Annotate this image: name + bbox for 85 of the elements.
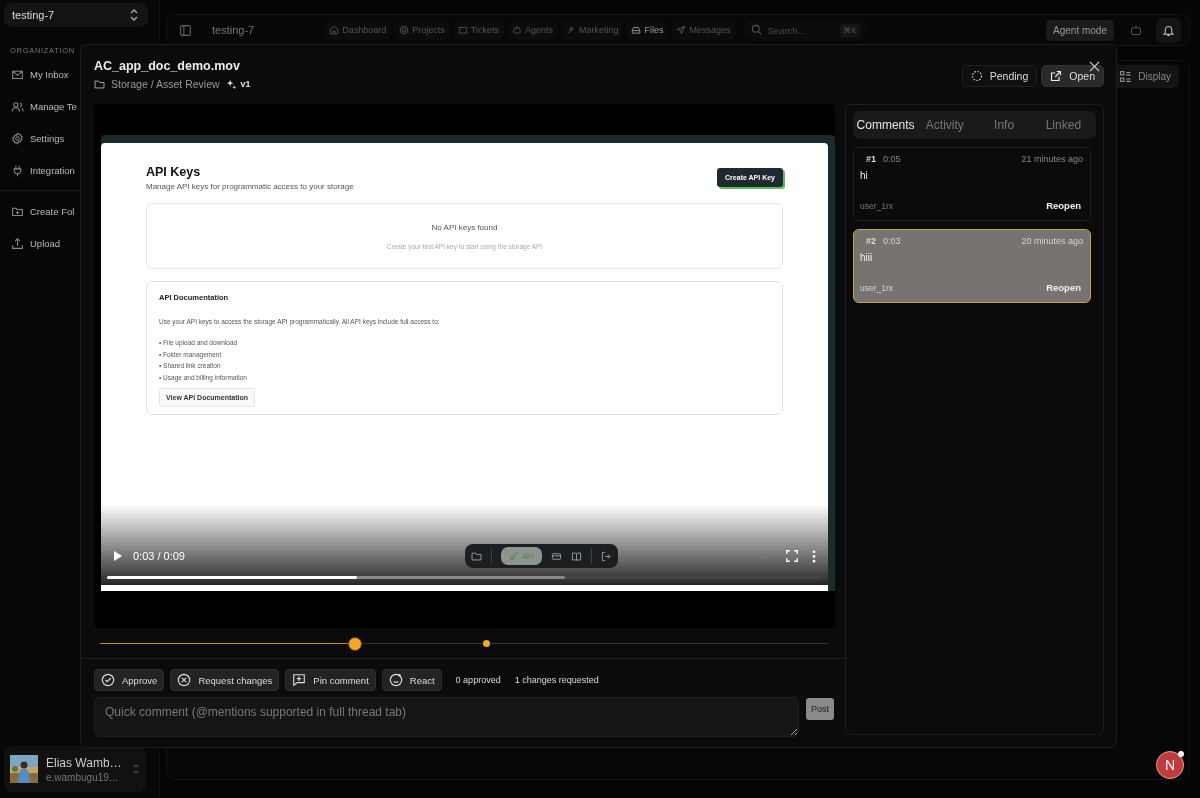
- review-action-button[interactable]: React: [381, 669, 442, 691]
- page-heading: API Keys: [146, 165, 202, 179]
- smiley-icon: [388, 673, 403, 687]
- upload-icon: [11, 236, 24, 250]
- comment-text: hi: [860, 170, 869, 181]
- comment-number: #2: [866, 236, 876, 246]
- fullscreen-icon[interactable]: [786, 550, 798, 562]
- chevron-up-down-icon: [129, 9, 139, 21]
- nav-icon: [511, 25, 522, 35]
- review-count: 0 approved: [455, 675, 501, 685]
- sidebar-item-icon: [11, 99, 24, 113]
- nav-icon: [399, 25, 410, 35]
- external-link-icon: [1050, 70, 1063, 82]
- user-name: Elias Wamb…: [46, 755, 123, 770]
- comment-plus-icon: [292, 673, 307, 687]
- card-icon: [550, 550, 562, 562]
- comment-card[interactable]: #2 0:03 20 minutes ago hiii user_1rx Reopen: [853, 229, 1091, 303]
- panel-tab[interactable]: Comments: [856, 114, 916, 136]
- sign-out-icon: [600, 550, 612, 562]
- workspace-switcher[interactable]: testing-7: [4, 3, 148, 27]
- panel-tab[interactable]: Linked: [1033, 114, 1093, 136]
- nav-icon: [329, 25, 340, 35]
- timeline-handle[interactable]: [348, 637, 363, 651]
- book-icon: [570, 550, 582, 562]
- comment-field[interactable]: Quick comment (@mentions supported in full thread tab): [94, 697, 799, 737]
- notifications-button[interactable]: [1156, 17, 1181, 43]
- panel-tab[interactable]: Activity: [915, 114, 975, 136]
- file-title: AC_app_doc_demo.mov: [94, 59, 241, 73]
- sidebar-item-icon: [11, 131, 24, 145]
- review-count: 1 changes requested: [514, 675, 599, 685]
- chevron-up-down-icon: [132, 764, 140, 774]
- nav-icon: [565, 25, 576, 35]
- comment-timestamp: 0:05: [883, 154, 901, 164]
- nav-icon: [676, 25, 687, 35]
- comment-age: 20 minutes ago: [1021, 236, 1083, 246]
- video-progress-bar[interactable]: [107, 576, 822, 579]
- x-circle-icon: [177, 673, 192, 687]
- sidebar-item[interactable]: Upload: [4, 231, 155, 255]
- empty-state-title: No API keys found: [431, 222, 498, 232]
- sidebar-item[interactable]: Settings: [4, 126, 155, 150]
- breadcrumb: Storage / Asset Review: [111, 78, 220, 90]
- nav-icon: [631, 25, 642, 35]
- comment-card[interactable]: #1 0:05 21 minutes ago hi user_1rx Reopen: [853, 147, 1091, 221]
- comment-marker[interactable]: [482, 640, 490, 647]
- video-player[interactable]: [94, 104, 835, 628]
- comment-author: user_1rx: [860, 200, 894, 211]
- folder-icon: [471, 550, 483, 562]
- nav-icon: [457, 25, 468, 35]
- comment-timestamp: 0:03: [883, 236, 901, 246]
- agent-mode-button[interactable]: Agent mode: [1046, 19, 1114, 41]
- sidebar-item[interactable]: Manage Te: [4, 94, 155, 118]
- comment-text: hiii: [860, 252, 874, 263]
- version-label: v1: [240, 79, 251, 89]
- page-subtitle: Manage API keys for programmatic access to your storage: [146, 182, 354, 191]
- sidebar-item[interactable]: Create Fol: [4, 199, 155, 223]
- status-button[interactable]: Pending: [961, 65, 1038, 87]
- layout-icon: [1119, 70, 1133, 83]
- review-action-button[interactable]: Request changes: [170, 669, 280, 691]
- dashed-circle-icon: [970, 70, 983, 82]
- sparkle-icon: [225, 78, 237, 90]
- video-time: 0:03 / 0:09: [133, 550, 185, 562]
- post-button[interactable]: Post: [806, 698, 834, 720]
- nav-tab[interactable]: Files: [626, 20, 669, 40]
- comment-author: user_1rx: [860, 282, 894, 293]
- user-email: e.wambugu19…: [46, 771, 120, 783]
- page-title: testing-7: [212, 24, 255, 36]
- user-card[interactable]: Elias Wamb… e.wambugu19…: [4, 746, 146, 792]
- comment-number: #1: [866, 154, 876, 164]
- reopen-button[interactable]: Reopen: [1044, 282, 1083, 293]
- review-action-button[interactable]: Approve: [94, 669, 165, 691]
- reopen-button[interactable]: Reopen: [1044, 200, 1083, 211]
- robot-icon[interactable]: [1130, 24, 1142, 36]
- status-dot-icon: [1178, 751, 1184, 757]
- folder-icon: [94, 78, 105, 90]
- more-icon[interactable]: [812, 549, 816, 563]
- check-circle-icon: [101, 673, 115, 687]
- review-action-button[interactable]: Pin comment: [285, 669, 376, 691]
- open-button[interactable]: Open: [1041, 65, 1104, 87]
- bell-icon: [1162, 23, 1175, 37]
- key-icon: [509, 551, 520, 561]
- play-icon[interactable]: [113, 550, 123, 562]
- sidebar-item-icon: [11, 163, 24, 177]
- comment-age: 21 minutes ago: [1021, 154, 1083, 164]
- panel-tab[interactable]: Info: [974, 114, 1034, 136]
- sidebar-toggle-icon[interactable]: [179, 23, 192, 37]
